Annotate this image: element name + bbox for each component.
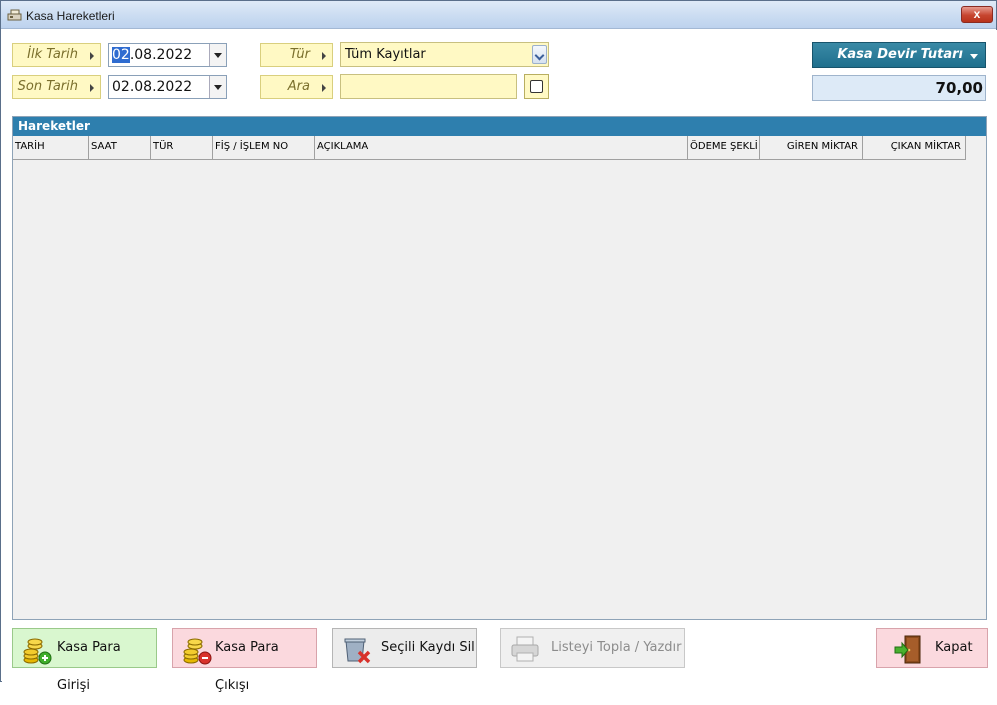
column-header-cikan-miktar[interactable]: ÇIKAN MİKTAR bbox=[863, 136, 966, 160]
kasa-para-cikisi-button[interactable]: Kasa Para Çıkışı bbox=[172, 628, 317, 693]
column-header-fis-no[interactable]: FİŞ / İŞLEM NO bbox=[213, 136, 315, 160]
coins-remove-icon bbox=[183, 638, 212, 665]
kasa-devir-amount: 70,00 bbox=[812, 75, 986, 101]
column-header-saat[interactable]: SAAT bbox=[89, 136, 151, 160]
grid-body[interactable] bbox=[13, 161, 986, 619]
column-header-odeme-sekli[interactable]: ÖDEME ŞEKLİ bbox=[688, 136, 760, 160]
arrow-right-icon bbox=[322, 84, 326, 92]
son-tarih-value: 02.08.2022 bbox=[112, 79, 193, 95]
secili-kaydi-sil-button[interactable]: Seçili Kaydı Sil bbox=[332, 628, 477, 668]
ara-input[interactable] bbox=[340, 74, 517, 99]
column-header-tarih[interactable]: TARİH bbox=[13, 136, 89, 160]
ilk-tarih-label[interactable]: İlk Tarih bbox=[12, 43, 101, 67]
kasa-para-girisi-label: Kasa Para Girişi bbox=[57, 640, 121, 693]
ara-label-text: Ara bbox=[287, 79, 310, 94]
close-window-button[interactable]: x bbox=[961, 6, 993, 23]
arrow-right-icon bbox=[322, 52, 326, 60]
printer-icon bbox=[511, 636, 539, 662]
checkbox-icon bbox=[530, 80, 543, 93]
son-tarih-label[interactable]: Son Tarih bbox=[12, 75, 101, 99]
ilk-tarih-input[interactable]: 02.08.2022 bbox=[108, 43, 227, 67]
cash-register-icon bbox=[7, 9, 22, 21]
ara-checkbox-button[interactable] bbox=[524, 74, 549, 99]
panel-title: Hareketler bbox=[13, 117, 986, 136]
son-tarih-label-text: Son Tarih bbox=[17, 79, 78, 94]
kasa-para-cikisi-label: Kasa Para Çıkışı bbox=[215, 640, 279, 693]
trash-delete-icon bbox=[344, 638, 371, 664]
close-icon: x bbox=[973, 7, 981, 21]
listeyi-topla-yazdir-label: Listeyi Topla / Yazdır bbox=[551, 640, 682, 655]
main-window: Kasa Hareketleri x İlk Tarih 02.08.2022 … bbox=[0, 0, 997, 693]
column-header-aciklama[interactable]: AÇIKLAMA bbox=[315, 136, 688, 160]
chevron-down-icon[interactable] bbox=[532, 45, 547, 64]
son-tarih-dropdown-button[interactable] bbox=[209, 76, 226, 98]
kasa-devir-amount-value: 70,00 bbox=[935, 79, 983, 97]
tur-select-value: Tüm Kayıtlar bbox=[345, 47, 426, 62]
column-header-tur[interactable]: TÜR bbox=[151, 136, 213, 160]
ilk-tarih-label-text: İlk Tarih bbox=[27, 47, 78, 62]
tur-label-text: Tür bbox=[289, 47, 310, 62]
kasa-devir-label: Kasa Devir Tutarı bbox=[837, 47, 963, 62]
kasa-para-girisi-button[interactable]: Kasa Para Girişi bbox=[12, 628, 157, 693]
coins-add-icon bbox=[23, 638, 52, 665]
ilk-tarih-selected-part: 02 bbox=[112, 47, 130, 63]
tur-select[interactable]: Tüm Kayıtlar bbox=[340, 42, 549, 67]
ilk-tarih-rest: .08.2022 bbox=[129, 47, 193, 63]
exit-door-icon bbox=[894, 635, 921, 664]
ara-label[interactable]: Ara bbox=[260, 75, 333, 99]
kasa-devir-button[interactable]: Kasa Devir Tutarı bbox=[812, 42, 986, 68]
title-bar[interactable]: Kasa Hareketleri x bbox=[1, 1, 996, 29]
arrow-right-icon bbox=[90, 84, 94, 92]
client-area: İlk Tarih 02.08.2022 Tür Tüm Kayıtlar Ka… bbox=[2, 30, 997, 693]
listeyi-topla-yazdir-button[interactable]: Listeyi Topla / Yazdır bbox=[500, 628, 685, 668]
son-tarih-input[interactable]: 02.08.2022 bbox=[108, 75, 227, 99]
kapat-button[interactable]: Kapat bbox=[876, 628, 988, 668]
secili-kaydi-sil-label: Seçili Kaydı Sil bbox=[381, 640, 475, 655]
window-title: Kasa Hareketleri bbox=[26, 9, 115, 23]
column-header-giren-miktar[interactable]: GİREN MİKTAR bbox=[760, 136, 863, 160]
grid-header: TARİH SAAT TÜR FİŞ / İŞLEM NO AÇIKLAMA Ö… bbox=[13, 136, 966, 160]
tur-label[interactable]: Tür bbox=[260, 43, 333, 67]
ilk-tarih-dropdown-button[interactable] bbox=[209, 44, 226, 66]
hareketler-panel: Hareketler TARİH SAAT TÜR FİŞ / İŞLEM NO… bbox=[12, 116, 987, 620]
kapat-label: Kapat bbox=[935, 640, 973, 655]
arrow-right-icon bbox=[90, 52, 94, 60]
caret-down-icon bbox=[970, 54, 978, 59]
